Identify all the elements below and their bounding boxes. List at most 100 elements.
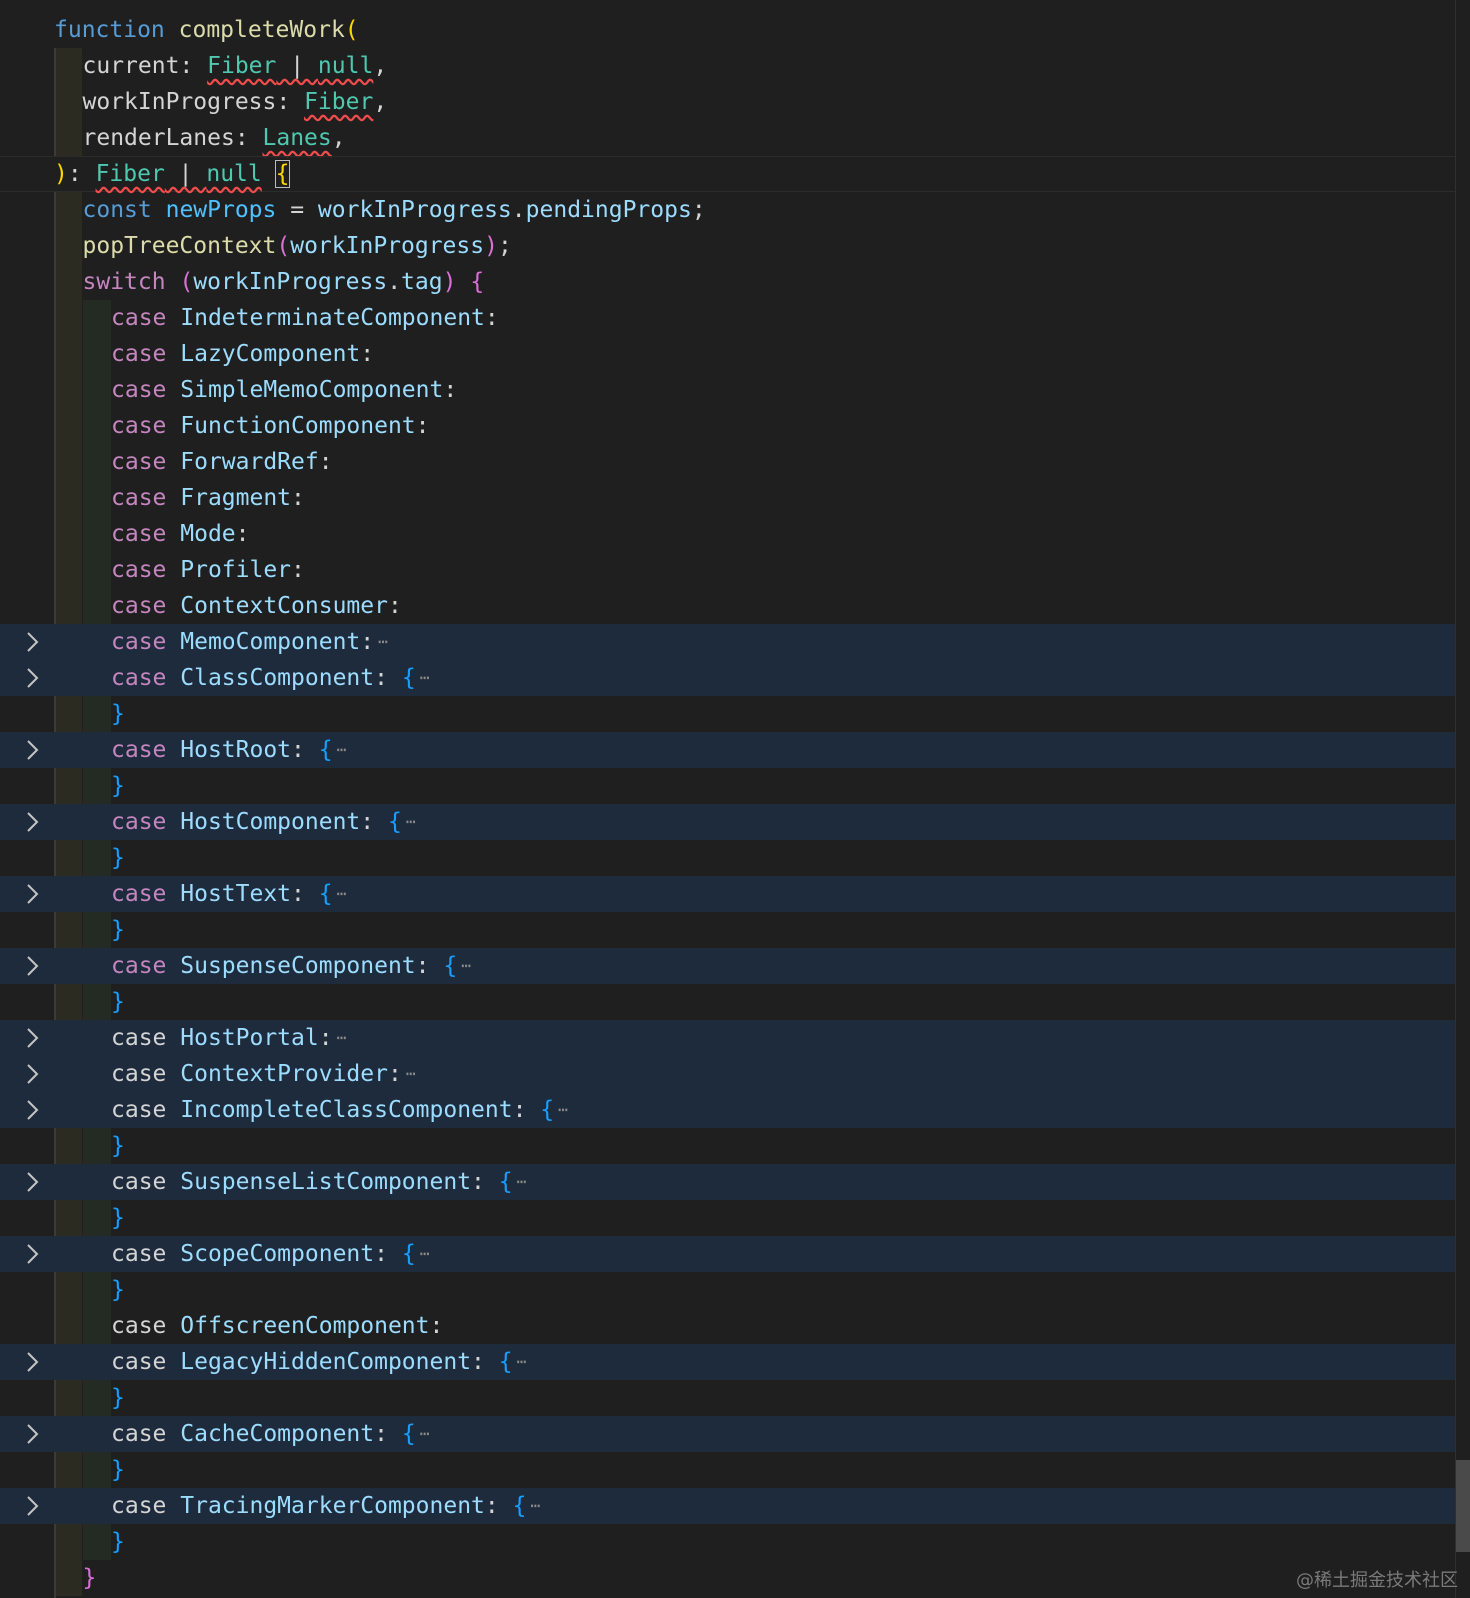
chevron-right-icon[interactable] bbox=[22, 882, 42, 906]
code-line-text[interactable]: } bbox=[111, 843, 125, 873]
code-line[interactable]: } bbox=[0, 1524, 1455, 1560]
chevron-right-icon[interactable] bbox=[22, 1494, 42, 1518]
code-line-text[interactable]: } bbox=[111, 1455, 125, 1485]
code-line[interactable]: case CacheComponent: {⋯ bbox=[0, 1416, 1455, 1452]
code-line-text[interactable]: case SuspenseListComponent: {⋯ bbox=[111, 1167, 526, 1197]
code-line-text[interactable]: current: Fiber | null, bbox=[83, 51, 388, 81]
code-line[interactable]: } bbox=[0, 840, 1455, 876]
code-line-text[interactable]: case OffscreenComponent: bbox=[111, 1311, 443, 1341]
code-line[interactable]: case LegacyHiddenComponent: {⋯ bbox=[0, 1344, 1455, 1380]
chevron-right-icon[interactable] bbox=[22, 1170, 42, 1194]
code-line[interactable]: popTreeContext(workInProgress); bbox=[0, 228, 1455, 264]
code-line-text[interactable]: case ScopeComponent: {⋯ bbox=[111, 1239, 429, 1269]
folded-region-ellipsis[interactable]: ⋯ bbox=[420, 1244, 430, 1263]
code-line[interactable]: } bbox=[0, 768, 1455, 804]
code-line-text[interactable]: case Fragment: bbox=[111, 483, 305, 513]
folded-region-ellipsis[interactable]: ⋯ bbox=[461, 956, 471, 975]
folded-region-ellipsis[interactable]: ⋯ bbox=[420, 1424, 430, 1443]
code-line-text[interactable]: case ClassComponent: {⋯ bbox=[111, 663, 429, 693]
code-line-text[interactable]: case SuspenseComponent: {⋯ bbox=[111, 951, 471, 981]
chevron-right-icon[interactable] bbox=[22, 1242, 42, 1266]
code-line[interactable]: case ScopeComponent: {⋯ bbox=[0, 1236, 1455, 1272]
code-line[interactable]: case Profiler: bbox=[0, 552, 1455, 588]
code-line-text[interactable]: } bbox=[111, 699, 125, 729]
code-line-text[interactable]: } bbox=[111, 1203, 125, 1233]
code-line-text[interactable]: case HostPortal: ⋯ bbox=[111, 1023, 346, 1053]
code-line[interactable]: workInProgress: Fiber, bbox=[0, 84, 1455, 120]
folded-region-ellipsis[interactable]: ⋯ bbox=[337, 740, 347, 759]
code-line[interactable]: case OffscreenComponent: bbox=[0, 1308, 1455, 1344]
code-line-text[interactable]: case ContextConsumer: bbox=[111, 591, 402, 621]
folded-region-ellipsis[interactable]: ⋯ bbox=[517, 1172, 527, 1191]
chevron-right-icon[interactable] bbox=[22, 1062, 42, 1086]
chevron-right-icon[interactable] bbox=[22, 1098, 42, 1122]
code-line[interactable]: case MemoComponent: ⋯ bbox=[0, 624, 1455, 660]
code-line-text[interactable]: case HostComponent: {⋯ bbox=[111, 807, 415, 837]
chevron-right-icon[interactable] bbox=[22, 1422, 42, 1446]
code-line[interactable]: } bbox=[0, 1560, 1455, 1596]
code-line[interactable]: case SimpleMemoComponent: bbox=[0, 372, 1455, 408]
code-line-text[interactable]: } bbox=[111, 771, 125, 801]
code-line[interactable]: } bbox=[0, 696, 1455, 732]
code-line[interactable]: case HostPortal: ⋯ bbox=[0, 1020, 1455, 1056]
folded-region-ellipsis[interactable]: ⋯ bbox=[378, 632, 388, 651]
code-line-text[interactable]: case MemoComponent: ⋯ bbox=[111, 627, 388, 657]
code-line-text[interactable]: case Mode: bbox=[111, 519, 250, 549]
code-line-text[interactable]: renderLanes: Lanes, bbox=[83, 123, 346, 153]
code-line-text[interactable]: } bbox=[111, 987, 125, 1017]
code-line[interactable]: } bbox=[0, 1272, 1455, 1308]
folded-region-ellipsis[interactable]: ⋯ bbox=[558, 1100, 568, 1119]
code-line[interactable]: case FunctionComponent: bbox=[0, 408, 1455, 444]
code-line-text[interactable]: const newProps = workInProgress.pendingP… bbox=[83, 195, 706, 225]
code-line[interactable]: ): Fiber | null { bbox=[0, 156, 1455, 192]
code-line-text[interactable]: case Profiler: bbox=[111, 555, 305, 585]
code-line[interactable]: } bbox=[0, 1380, 1455, 1416]
code-editor[interactable]: function completeWork(current: Fiber | n… bbox=[0, 0, 1470, 1598]
code-line-text[interactable]: } bbox=[111, 1383, 125, 1413]
code-line-text[interactable]: case CacheComponent: {⋯ bbox=[111, 1419, 429, 1449]
code-line-text[interactable]: } bbox=[111, 915, 125, 945]
code-line[interactable]: switch (workInProgress.tag) { bbox=[0, 264, 1455, 300]
folded-region-ellipsis[interactable]: ⋯ bbox=[406, 812, 416, 831]
folded-region-ellipsis[interactable]: ⋯ bbox=[406, 1064, 416, 1083]
code-line[interactable]: } bbox=[0, 1200, 1455, 1236]
code-line[interactable]: case LazyComponent: bbox=[0, 336, 1455, 372]
chevron-right-icon[interactable] bbox=[22, 666, 42, 690]
code-line[interactable]: case ContextConsumer: bbox=[0, 588, 1455, 624]
code-line-text[interactable]: case LegacyHiddenComponent: {⋯ bbox=[111, 1347, 526, 1377]
code-line-text[interactable]: case IndeterminateComponent: bbox=[111, 303, 499, 333]
code-line[interactable]: case IncompleteClassComponent: {⋯ bbox=[0, 1092, 1455, 1128]
code-line[interactable]: renderLanes: Lanes, bbox=[0, 120, 1455, 156]
code-line-text[interactable]: case IncompleteClassComponent: {⋯ bbox=[111, 1095, 568, 1125]
code-line[interactable]: case HostText: {⋯ bbox=[0, 876, 1455, 912]
code-line[interactable]: case Fragment: bbox=[0, 480, 1455, 516]
code-line[interactable]: case IndeterminateComponent: bbox=[0, 300, 1455, 336]
code-line-text[interactable]: case LazyComponent: bbox=[111, 339, 374, 369]
code-line[interactable]: } bbox=[0, 912, 1455, 948]
code-line-text[interactable]: popTreeContext(workInProgress); bbox=[83, 231, 512, 261]
code-line[interactable]: } bbox=[0, 984, 1455, 1020]
folded-region-ellipsis[interactable]: ⋯ bbox=[517, 1352, 527, 1371]
scrollbar-thumb[interactable] bbox=[1456, 1460, 1470, 1552]
folded-region-ellipsis[interactable]: ⋯ bbox=[530, 1496, 540, 1515]
code-line-text[interactable]: } bbox=[111, 1275, 125, 1305]
code-line-text[interactable]: switch (workInProgress.tag) { bbox=[83, 267, 485, 297]
code-line[interactable]: case Mode: bbox=[0, 516, 1455, 552]
code-line-text[interactable]: case SimpleMemoComponent: bbox=[111, 375, 457, 405]
folded-region-ellipsis[interactable]: ⋯ bbox=[337, 1028, 347, 1047]
code-line[interactable]: } bbox=[0, 1128, 1455, 1164]
code-line[interactable]: case ContextProvider: ⋯ bbox=[0, 1056, 1455, 1092]
folded-region-ellipsis[interactable]: ⋯ bbox=[420, 668, 430, 687]
code-line-text[interactable]: } bbox=[111, 1131, 125, 1161]
code-line[interactable]: case HostComponent: {⋯ bbox=[0, 804, 1455, 840]
code-line-text[interactable]: case ContextProvider: ⋯ bbox=[111, 1059, 415, 1089]
code-line[interactable]: current: Fiber | null, bbox=[0, 48, 1455, 84]
chevron-right-icon[interactable] bbox=[22, 954, 42, 978]
chevron-right-icon[interactable] bbox=[22, 1350, 42, 1374]
code-line[interactable]: const newProps = workInProgress.pendingP… bbox=[0, 192, 1455, 228]
code-line[interactable]: case ClassComponent: {⋯ bbox=[0, 660, 1455, 696]
code-line-text[interactable]: } bbox=[83, 1563, 97, 1593]
code-line[interactable]: case ForwardRef: bbox=[0, 444, 1455, 480]
chevron-right-icon[interactable] bbox=[22, 1026, 42, 1050]
code-line[interactable]: case TracingMarkerComponent: {⋯ bbox=[0, 1488, 1455, 1524]
